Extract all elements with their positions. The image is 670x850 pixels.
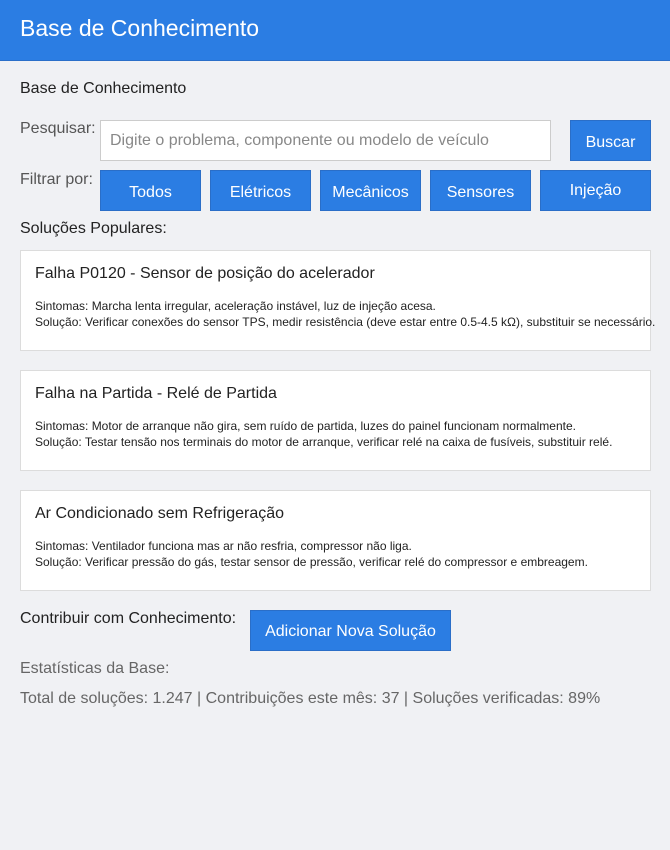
app-header: Base de Conhecimento [0,0,670,61]
solution-card-symptoms: Sintomas: Ventilador funciona mas ar não… [35,539,412,553]
popular-solutions-title: Soluções Populares: [20,220,167,237]
filter-sensores-button[interactable]: Sensores [430,170,531,211]
solution-card-title: Falha P0120 - Sensor de posição do acele… [35,265,375,282]
add-solution-button[interactable]: Adicionar Nova Solução [250,610,451,651]
search-button[interactable]: Buscar [570,120,651,161]
filter-injecao-button[interactable]: Injeção [540,170,651,211]
search-input[interactable] [100,120,551,161]
app-title: Base de Conhecimento [20,15,260,41]
solution-card-solution: Solução: Verificar conexões do sensor TP… [35,315,656,329]
filter-eletricos-button[interactable]: Elétricos [210,170,311,211]
solution-card-symptoms: Sintomas: Marcha lenta irregular, aceler… [35,299,436,313]
solution-card[interactable]: Ar Condicionado sem Refrigeração Sintoma… [20,490,651,591]
contribute-label: Contribuir com Conhecimento: [20,610,237,627]
filter-label: Filtrar por: [20,171,93,188]
search-label: Pesquisar: [20,120,96,137]
filter-todos-button[interactable]: Todos [100,170,201,211]
solution-card[interactable]: Falha na Partida - Relé de Partida Sinto… [20,370,651,471]
filter-mecanicos-button[interactable]: Mecânicos [320,170,421,211]
solution-card-title: Falha na Partida - Relé de Partida [35,385,277,402]
section-title: Base de Conhecimento [20,80,187,97]
solution-card-title: Ar Condicionado sem Refrigeração [35,505,285,522]
stats-title: Estatísticas da Base: [20,660,170,677]
stats-summary: Total de soluções: 1.247 | Contribuições… [20,690,601,707]
solution-card-symptoms: Sintomas: Motor de arranque não gira, se… [35,419,576,433]
solution-card-solution: Solução: Testar tensão nos terminais do … [35,435,613,449]
solution-card[interactable]: Falha P0120 - Sensor de posição do acele… [20,250,655,351]
solution-card-solution: Solução: Verificar pressão do gás, testa… [35,555,588,569]
